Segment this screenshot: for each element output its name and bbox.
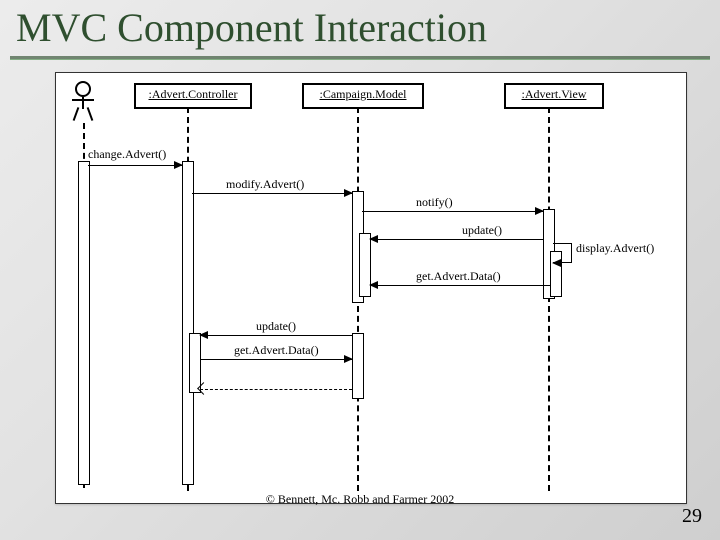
msg-update-view: update() bbox=[462, 223, 502, 238]
msg-modifyadvert: modify.Advert() bbox=[226, 177, 304, 192]
arrow-displayadvert bbox=[553, 243, 572, 263]
arrow-getadvertdata-ctrl bbox=[200, 359, 352, 360]
arrow-getadvertdata-view bbox=[370, 285, 550, 286]
participant-model: :Campaign.Model bbox=[302, 83, 424, 109]
participant-view: :Advert.View bbox=[504, 83, 604, 109]
slide: MVC Component Interaction :Advert.Contro… bbox=[0, 0, 720, 540]
msg-displayadvert: display.Advert() bbox=[576, 241, 654, 256]
activation-controller-nested bbox=[189, 333, 201, 393]
arrow-return bbox=[200, 389, 352, 390]
msg-notify: notify() bbox=[416, 195, 453, 210]
activation-actor bbox=[78, 161, 90, 485]
actor-icon bbox=[70, 81, 96, 121]
arrow-update-view bbox=[370, 239, 543, 240]
msg-getadvertdata-ctrl: get.Advert.Data() bbox=[234, 343, 319, 358]
arrow-changeadvert bbox=[88, 165, 182, 166]
msg-changeadvert: change.Advert() bbox=[88, 147, 166, 162]
activation-model-2 bbox=[352, 333, 364, 399]
arrow-update-ctrl bbox=[200, 335, 352, 336]
page-title: MVC Component Interaction bbox=[16, 4, 487, 51]
divider-accent bbox=[10, 59, 710, 60]
arrow-modifyadvert bbox=[192, 193, 352, 194]
participant-controller: :Advert.Controller bbox=[134, 83, 252, 109]
diagram-panel: :Advert.Controller :Campaign.Model :Adve… bbox=[55, 72, 687, 504]
lifeline-view bbox=[548, 107, 550, 491]
page-number: 29 bbox=[682, 505, 702, 528]
activation-controller bbox=[182, 161, 194, 485]
msg-getadvertdata-view: get.Advert.Data() bbox=[416, 269, 501, 284]
msg-update-ctrl: update() bbox=[256, 319, 296, 334]
copyright: © Bennett, Mc. Robb and Farmer 2002 bbox=[0, 492, 720, 507]
arrow-notify bbox=[362, 211, 543, 212]
